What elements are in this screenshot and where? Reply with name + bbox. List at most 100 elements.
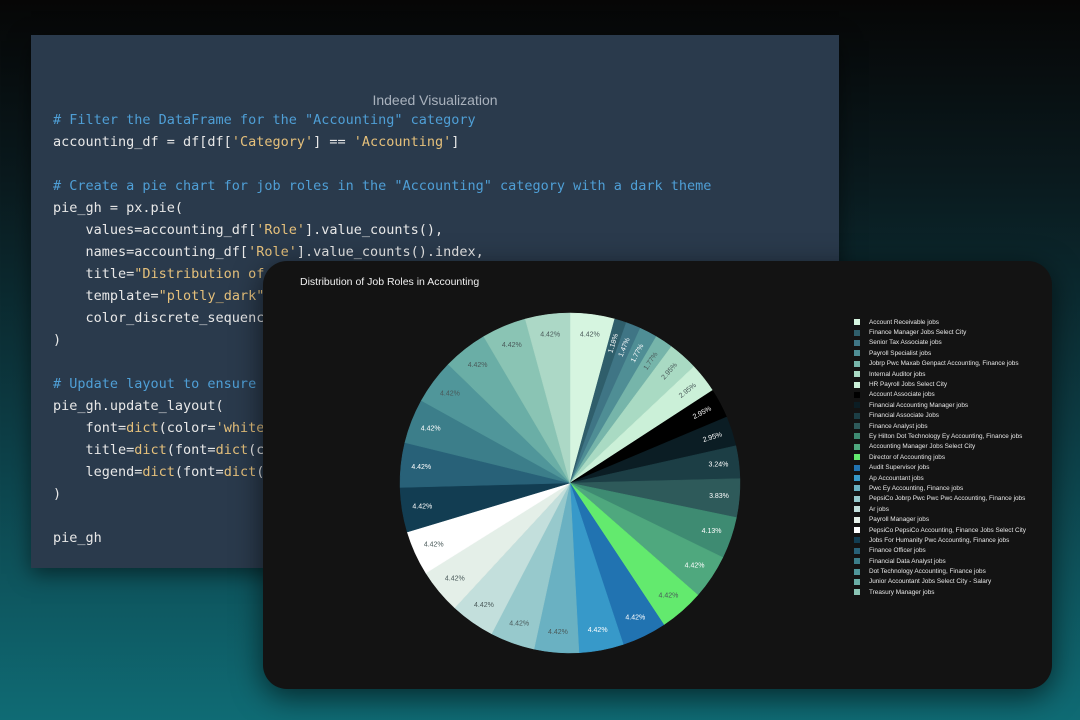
slice-label: 4.13% bbox=[702, 528, 722, 535]
code-token: title= bbox=[53, 442, 135, 458]
legend-item[interactable]: Ap Accountant jobs bbox=[854, 473, 1026, 483]
legend-item[interactable]: Jobs For Humanity Pwc Accounting, Financ… bbox=[854, 535, 1026, 545]
legend-swatch bbox=[854, 329, 860, 336]
legend-label: Jobs For Humanity Pwc Accounting, Financ… bbox=[869, 536, 1010, 544]
legend-label: Audit Supervisor jobs bbox=[869, 464, 930, 472]
legend-item[interactable]: Account Associate jobs bbox=[854, 390, 1026, 400]
legend-item[interactable]: PepsiCo PepsiCo Accounting, Finance Jobs… bbox=[854, 525, 1026, 535]
chart-output: Distribution of Job Roles in Accounting … bbox=[263, 261, 1052, 689]
code-token: names=accounting_df[ bbox=[53, 244, 249, 260]
legend-item[interactable]: Accounting Manager Jobs Select City bbox=[854, 442, 1026, 452]
code-token: # Filter the DataFrame for the "Accounti… bbox=[53, 112, 476, 128]
legend-item[interactable]: Financial Accounting Manager jobs bbox=[854, 400, 1026, 410]
legend-item[interactable]: HR Payroll Jobs Select City bbox=[854, 379, 1026, 389]
legend-item[interactable]: Ey Hilton Dot Technology Ey Accounting, … bbox=[854, 431, 1026, 441]
slice-label: 4.42% bbox=[445, 575, 465, 582]
code-token: pie_gh = px.pie( bbox=[53, 200, 184, 216]
chart-legend[interactable]: Account Receivable jobs Finance Manager J… bbox=[854, 317, 1026, 598]
legend-swatch bbox=[854, 433, 860, 440]
legend-swatch bbox=[854, 506, 860, 513]
legend-label: PepsiCo Jobrp Pwc Pwc Pwc Accounting, Fi… bbox=[869, 495, 1026, 503]
legend-label: Junior Accountant Jobs Select City - Sal… bbox=[869, 578, 992, 586]
window-title: Indeed Visualization bbox=[372, 92, 498, 108]
legend-swatch bbox=[854, 485, 860, 492]
slice-label: 4.42% bbox=[580, 332, 600, 339]
slice-label: 4.42% bbox=[509, 621, 529, 628]
legend-label: Ap Accountant jobs bbox=[869, 474, 924, 482]
code-line: pie_gh = px.pie( bbox=[53, 197, 833, 219]
slice-label: 4.42% bbox=[548, 629, 568, 636]
code-token: ].value_counts().index, bbox=[296, 244, 484, 260]
legend-item[interactable]: Payroll Manager jobs bbox=[854, 514, 1026, 524]
legend-item[interactable]: Jobrp Pwc Maxab Genpact Accounting, Fina… bbox=[854, 359, 1026, 369]
code-token: accounting_df = df[df[ bbox=[53, 134, 232, 150]
legend-swatch bbox=[854, 547, 860, 554]
legend-label: Financial Data Analyst jobs bbox=[869, 557, 946, 565]
legend-item[interactable]: Pwc Ey Accounting, Finance jobs bbox=[854, 483, 1026, 493]
legend-swatch bbox=[854, 391, 860, 398]
code-token: dict bbox=[126, 420, 159, 436]
code-token: 'white bbox=[215, 420, 265, 436]
slice-label: 4.42% bbox=[411, 464, 431, 471]
slice-label: 4.42% bbox=[474, 602, 494, 609]
code-token: (color= bbox=[158, 420, 216, 436]
legend-item[interactable]: Payroll Specialist jobs bbox=[854, 348, 1026, 358]
legend-swatch bbox=[854, 568, 860, 575]
legend-item[interactable]: Director of Accounting jobs bbox=[854, 452, 1026, 462]
slice-label: 4.42% bbox=[440, 391, 460, 398]
slice-label: 3.83% bbox=[709, 493, 729, 500]
slice-label: 4.42% bbox=[625, 614, 645, 621]
legend-label: PepsiCo PepsiCo Accounting, Finance Jobs… bbox=[869, 526, 1027, 534]
code-token: template= bbox=[53, 288, 159, 304]
slice-label: 4.42% bbox=[502, 342, 522, 349]
code-token: ) bbox=[53, 332, 62, 348]
legend-item[interactable]: Ar jobs bbox=[854, 504, 1026, 514]
legend-item[interactable]: Treasury Manager jobs bbox=[854, 587, 1026, 597]
legend-item[interactable]: Junior Accountant Jobs Select City - Sal… bbox=[854, 577, 1026, 587]
legend-swatch bbox=[854, 475, 860, 482]
legend-item[interactable]: Account Receivable jobs bbox=[854, 317, 1026, 327]
legend-item[interactable]: Internal Auditor jobs bbox=[854, 369, 1026, 379]
legend-item[interactable]: Senior Tax Associate jobs bbox=[854, 338, 1026, 348]
legend-swatch bbox=[854, 516, 860, 523]
slice-label: 4.42% bbox=[588, 627, 608, 634]
legend-item[interactable]: Financial Associate Jobs bbox=[854, 411, 1026, 421]
slice-label: 4.42% bbox=[424, 542, 444, 549]
legend-swatch bbox=[854, 464, 860, 471]
legend-swatch bbox=[854, 495, 860, 502]
code-token: "Distribution of bbox=[134, 266, 265, 282]
code-token: dict bbox=[215, 442, 249, 458]
slice-label: 4.42% bbox=[659, 592, 679, 599]
legend-swatch bbox=[854, 454, 860, 461]
code-token: dict bbox=[223, 464, 257, 480]
legend-swatch bbox=[854, 537, 860, 544]
legend-swatch bbox=[854, 350, 860, 357]
legend-item[interactable]: Finance Officer jobs bbox=[854, 546, 1026, 556]
code-token: # Update layout to ensure bbox=[53, 376, 257, 392]
legend-swatch bbox=[854, 339, 860, 346]
legend-item[interactable]: Dot Technology Accounting, Finance jobs bbox=[854, 566, 1026, 576]
legend-swatch bbox=[854, 360, 860, 367]
legend-item[interactable]: Audit Supervisor jobs bbox=[854, 462, 1026, 472]
legend-label: Dot Technology Accounting, Finance jobs bbox=[869, 568, 986, 576]
code-token: font= bbox=[53, 420, 127, 436]
legend-item[interactable]: Finance Manager Jobs Select City bbox=[854, 327, 1026, 337]
code-token: color_discrete_sequenc bbox=[53, 310, 265, 326]
legend-swatch bbox=[854, 402, 860, 409]
legend-item[interactable]: Finance Analyst jobs bbox=[854, 421, 1026, 431]
code-token: (font= bbox=[166, 442, 216, 458]
legend-label: Pwc Ey Accounting, Finance jobs bbox=[869, 484, 964, 492]
code-line: names=accounting_df['Role'].value_counts… bbox=[53, 241, 833, 263]
legend-swatch bbox=[854, 589, 860, 596]
legend-item[interactable]: Financial Data Analyst jobs bbox=[854, 556, 1026, 566]
legend-label: Financial Associate Jobs bbox=[869, 412, 939, 420]
legend-swatch bbox=[854, 371, 860, 378]
slice-label: 4.42% bbox=[468, 362, 488, 369]
legend-label: Internal Auditor jobs bbox=[869, 370, 926, 378]
legend-label: Account Receivable jobs bbox=[869, 318, 939, 326]
code-token: title= bbox=[53, 266, 135, 282]
legend-label: Finance Officer jobs bbox=[869, 547, 926, 555]
legend-label: Account Associate jobs bbox=[869, 391, 935, 399]
legend-item[interactable]: PepsiCo Jobrp Pwc Pwc Pwc Accounting, Fi… bbox=[854, 494, 1026, 504]
legend-swatch bbox=[854, 578, 860, 585]
